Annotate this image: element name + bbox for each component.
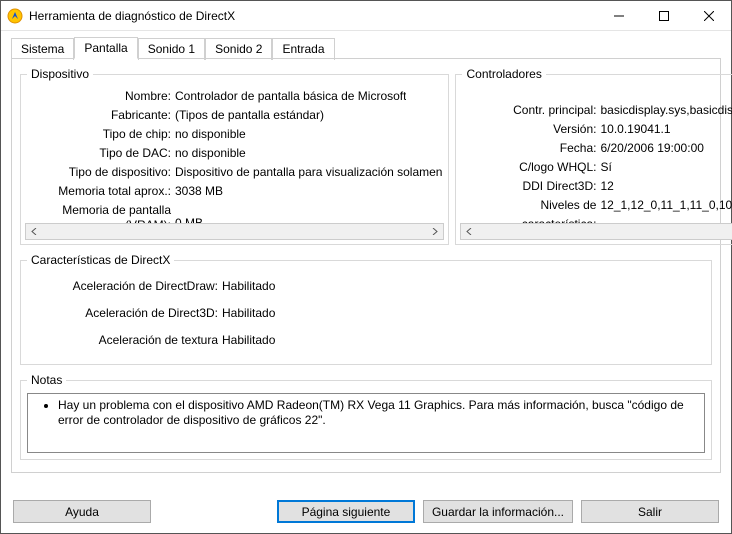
- drivers-group: Controladores Contr. principal:basicdisp…: [455, 67, 732, 245]
- device-manufacturer-label: Fabricante:: [27, 106, 175, 125]
- device-manufacturer-value: (Tipos de pantalla estándar): [175, 106, 324, 125]
- feat-tex-value: Habilitado: [222, 327, 275, 354]
- notes-group: Notas Hay un problema con el dispositivo…: [20, 373, 712, 460]
- features-group: Características de DirectX Aceleración d…: [20, 253, 712, 365]
- chevron-left-icon[interactable]: [461, 224, 478, 239]
- window-title: Herramienta de diagnóstico de DirectX: [29, 9, 596, 23]
- notes-legend: Notas: [27, 373, 66, 387]
- button-bar: Ayuda Página siguiente Guardar la inform…: [1, 500, 731, 523]
- drivers-scrollbar[interactable]: [460, 223, 732, 240]
- titlebar: Herramienta de diagnóstico de DirectX: [1, 1, 731, 31]
- minimize-button[interactable]: [596, 1, 641, 31]
- maximize-button[interactable]: [641, 1, 686, 31]
- tab-panel-pantalla: Dispositivo Nombre:Controlador de pantal…: [11, 58, 721, 473]
- device-type-value: Dispositivo de pantalla para visualizaci…: [175, 163, 442, 182]
- device-type-label: Tipo de dispositivo:: [27, 163, 175, 182]
- feat-dd-label: Aceleración de DirectDraw:: [27, 273, 222, 300]
- device-name-label: Nombre:: [27, 87, 175, 106]
- device-chip-value: no disponible: [175, 125, 246, 144]
- driver-version-label: Versión:: [462, 120, 600, 139]
- driver-ddi-value: 12: [600, 177, 613, 196]
- device-chip-label: Tipo de chip:: [27, 125, 175, 144]
- driver-date-value: 6/20/2006 19:00:00: [600, 139, 703, 158]
- driver-whql-label: C/logo WHQL:: [462, 158, 600, 177]
- driver-feature-value: 12_1,12_0,11_1,11_0,10_1,: [600, 196, 732, 225]
- notes-line: Hay un problema con el dispositivo AMD R…: [58, 398, 696, 428]
- tab-sistema[interactable]: Sistema: [11, 38, 74, 60]
- device-dac-label: Tipo de DAC:: [27, 144, 175, 163]
- device-totalmem-label: Memoria total aprox.:: [27, 182, 175, 201]
- next-page-button[interactable]: Página siguiente: [277, 500, 415, 523]
- driver-main-value: basicdisplay.sys,basicdisplay: [600, 101, 732, 120]
- notes-textarea[interactable]: Hay un problema con el dispositivo AMD R…: [27, 393, 705, 453]
- tab-entrada[interactable]: Entrada: [272, 38, 334, 60]
- tab-bar: Sistema Pantalla Sonido 1 Sonido 2 Entra…: [11, 37, 721, 59]
- device-name-value: Controlador de pantalla básica de Micros…: [175, 87, 406, 106]
- driver-main-label: Contr. principal:: [462, 101, 600, 120]
- device-vram-label: Memoria de pantalla (VRAM):: [27, 203, 175, 225]
- feat-d3d-value: Habilitado: [222, 300, 275, 327]
- feat-dd-value: Habilitado: [222, 273, 275, 300]
- driver-version-value: 10.0.19041.1: [600, 120, 670, 139]
- feat-d3d-label: Aceleración de Direct3D:: [27, 300, 222, 327]
- driver-ddi-label: DDI Direct3D:: [462, 177, 600, 196]
- driver-date-label: Fecha:: [462, 139, 600, 158]
- chevron-left-icon[interactable]: [26, 224, 43, 239]
- device-scrollbar[interactable]: [25, 223, 444, 240]
- exit-button[interactable]: Salir: [581, 500, 719, 523]
- help-button[interactable]: Ayuda: [13, 500, 151, 523]
- device-totalmem-value: 3038 MB: [175, 182, 223, 201]
- tab-pantalla[interactable]: Pantalla: [74, 37, 137, 59]
- device-dac-value: no disponible: [175, 144, 246, 163]
- features-legend: Características de DirectX: [27, 253, 174, 267]
- tab-sonido1[interactable]: Sonido 1: [138, 38, 205, 60]
- driver-feature-label: Niveles de característica:: [462, 196, 600, 225]
- device-legend: Dispositivo: [27, 67, 93, 81]
- driver-whql-value: Sí: [600, 158, 611, 177]
- close-button[interactable]: [686, 1, 731, 31]
- device-group: Dispositivo Nombre:Controlador de pantal…: [20, 67, 449, 245]
- feat-tex-label: Aceleración de textura: [27, 327, 222, 354]
- save-info-button[interactable]: Guardar la información...: [423, 500, 573, 523]
- drivers-legend: Controladores: [462, 67, 545, 81]
- app-icon: [7, 8, 23, 24]
- chevron-right-icon[interactable]: [426, 224, 443, 239]
- tab-sonido2[interactable]: Sonido 2: [205, 38, 272, 60]
